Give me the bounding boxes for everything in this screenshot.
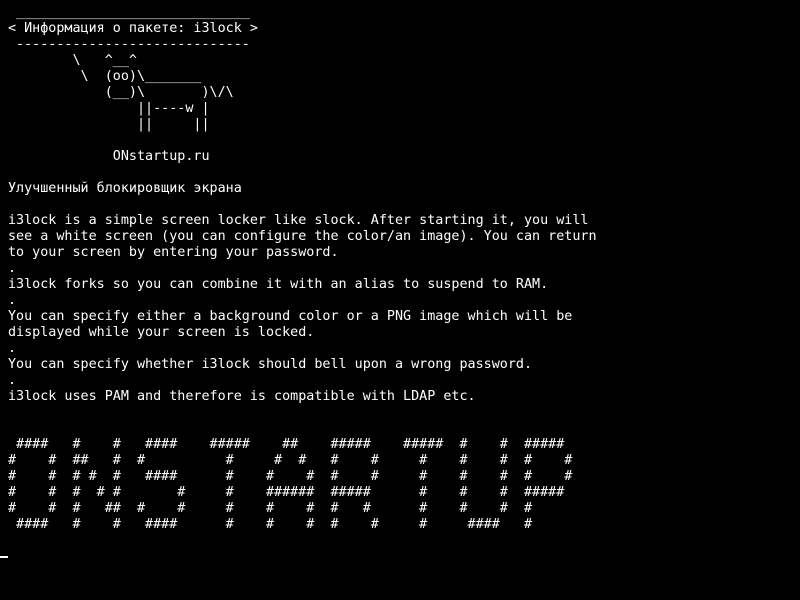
- description-line: You can specify whether i3lock should be…: [8, 357, 533, 372]
- description-line: [8, 421, 800, 437]
- cow-ascii-line: \ ^__^: [8, 53, 137, 68]
- description-line: displayed while your screen is locked.: [8, 325, 315, 340]
- cow-ascii-line: (__)\ )\/\: [8, 85, 234, 100]
- ascii-banner: #### # # #### ##### ## ##### ##### # # #…: [8, 437, 800, 533]
- description-line: [8, 197, 800, 213]
- description-line: i3lock is a simple screen locker like sl…: [8, 213, 589, 228]
- tty-console[interactable]: _____________________________ < Информац…: [0, 0, 800, 600]
- cowsay-border-bottom: -----------------------------: [8, 37, 250, 52]
- banner-line: #### # # #### ##### ## ##### ##### # # #…: [8, 437, 565, 452]
- description-line: You can specify either a background colo…: [8, 309, 573, 324]
- cowsay-border-top: _____________________________: [8, 5, 250, 20]
- text-cursor: [0, 556, 8, 558]
- package-summary: Улучшенный блокировщик экрана: [8, 181, 242, 196]
- console-output: _____________________________ < Информац…: [8, 5, 800, 533]
- description-line: i3lock uses PAM and therefore is compati…: [8, 389, 476, 404]
- banner-line: #### # # #### # # # # # # #### #: [8, 517, 533, 532]
- description-line: .: [8, 293, 17, 308]
- cow-ascii-line: || ||: [8, 117, 210, 132]
- banner-line: # # # # # # # ###### ##### # # # #####: [8, 485, 565, 500]
- banner-line: # # # # # #### # # # # # # # # # #: [8, 469, 573, 484]
- cow-ascii-line: \ (oo)\_______: [8, 69, 202, 84]
- package-description: i3lock is a simple screen locker like sl…: [8, 197, 800, 437]
- description-line: to your screen by entering your password…: [8, 245, 339, 260]
- site-signature: ONstartup.ru: [8, 149, 210, 164]
- banner-line: # # # ## # # # # # # # # # # #: [8, 501, 533, 516]
- banner-line: # # ## # # # # # # # # # # # #: [8, 453, 573, 468]
- description-line: [8, 405, 800, 421]
- description-line: .: [8, 373, 17, 388]
- cowsay-header: _____________________________ < Информац…: [8, 5, 800, 181]
- description-line: see a white screen (you can configure th…: [8, 229, 597, 244]
- cow-ascii-line: ||----w |: [8, 101, 210, 116]
- cowsay-speech-title: < Информация о пакете: i3lock >: [8, 21, 258, 36]
- description-line: .: [8, 341, 17, 356]
- description-line: i3lock forks so you can combine it with …: [8, 277, 549, 292]
- description-line: .: [8, 261, 17, 276]
